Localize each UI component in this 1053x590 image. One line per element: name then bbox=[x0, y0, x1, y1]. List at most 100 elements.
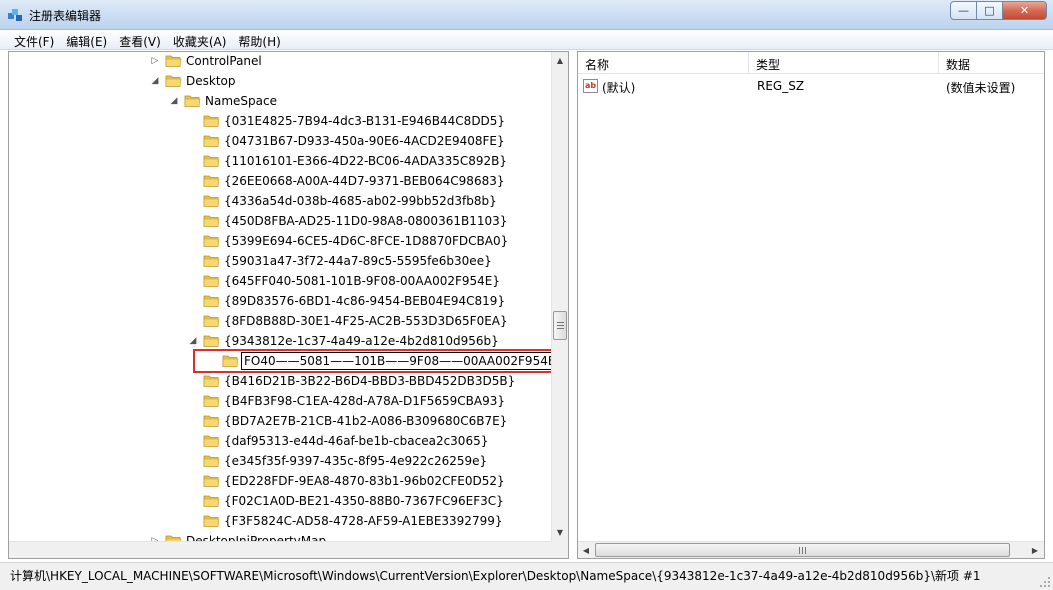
list-item[interactable]: ab (默认) REG_SZ (数值未设置) bbox=[578, 76, 1044, 96]
folder-icon bbox=[184, 93, 201, 108]
tree-item-key[interactable]: {11016101-E366-4D22-BC06-4ADA335C892B} bbox=[9, 151, 554, 171]
tree-item-label: {8FD8B88D-30E1-4F25-AC2B-553D3D65F0EA} bbox=[224, 314, 508, 328]
tree-item-key[interactable]: {450D8FBA-AD25-11D0-98A8-0800361B1103} bbox=[9, 211, 554, 231]
tree-item-label: NameSpace bbox=[205, 94, 277, 108]
scrollbar-corner bbox=[551, 541, 568, 558]
menu-edit[interactable]: 编辑(E) bbox=[60, 30, 113, 49]
menu-bar: 文件(F) 编辑(E) 查看(V) 收藏夹(A) 帮助(H) bbox=[0, 30, 1053, 50]
folder-icon bbox=[203, 113, 220, 128]
column-type[interactable]: 类型 bbox=[749, 52, 939, 74]
resize-grip-icon[interactable] bbox=[1039, 576, 1051, 588]
scroll-up-arrow-icon[interactable]: ▲ bbox=[552, 52, 568, 69]
value-type: REG_SZ bbox=[757, 79, 805, 93]
folder-icon bbox=[203, 173, 220, 188]
tree-item-key[interactable]: {ED228FDF-9EA8-4870-83b1-96b02CFE0D52} bbox=[9, 471, 554, 491]
tree-item-key[interactable]: {F02C1A0D-BE21-4350-88B0-7367FC96EF3C} bbox=[9, 491, 554, 511]
tree-item-key[interactable]: {BD7A2E7B-21CB-41b2-A086-B309680C6B7E} bbox=[9, 411, 554, 431]
tree-item-key[interactable]: {5399E694-6CE5-4D6C-8FCE-1D8870FDCBA0} bbox=[9, 231, 554, 251]
column-name[interactable]: 名称 bbox=[578, 52, 749, 74]
tree-item-key[interactable]: {645FF040-5081-101B-9F08-00AA002F954E} bbox=[9, 271, 554, 291]
tree-item-label: {4336a54d-038b-4685-ab02-99bb52d3fb8b} bbox=[224, 194, 497, 208]
maximize-button[interactable]: □ bbox=[977, 1, 1003, 20]
tree-item-desktop[interactable]: ◢ Desktop bbox=[9, 71, 554, 91]
window-title: 注册表编辑器 bbox=[29, 9, 102, 23]
menu-file[interactable]: 文件(F) bbox=[8, 30, 60, 49]
tree-vertical-scrollbar[interactable]: ▲ ▼ bbox=[551, 52, 568, 541]
collapse-arrow-icon[interactable]: ◢ bbox=[188, 334, 198, 348]
scroll-right-arrow-icon[interactable]: ▶ bbox=[1027, 542, 1043, 558]
registry-tree-pane[interactable]: ▷ ControlPanel ◢ Desktop ◢ NameSpace {031E4825… bbox=[8, 51, 569, 559]
folder-icon bbox=[203, 473, 220, 488]
tree-item-key[interactable]: {59031a47-3f72-44a7-89c5-5595fe6b30ee} bbox=[9, 251, 554, 271]
tree-item-label: {89D83576-6BD1-4c86-9454-BEB04E94C819} bbox=[224, 294, 506, 308]
tree-item-key[interactable]: {031E4825-7B94-4dc3-B131-E946B44C8DD5} bbox=[9, 111, 554, 131]
tree-item-label: {daf95313-e44d-46af-be1b-cbacea2c3065} bbox=[224, 434, 489, 448]
registry-editor-icon bbox=[8, 9, 22, 21]
tree-item-key[interactable]: {8FD8B88D-30E1-4F25-AC2B-553D3D65F0EA} bbox=[9, 311, 554, 331]
list-scroll-thumb[interactable] bbox=[595, 543, 1010, 557]
folder-icon bbox=[203, 233, 220, 248]
list-header: 名称 类型 数据 bbox=[578, 52, 1044, 74]
tree-item-namespace[interactable]: ◢ NameSpace bbox=[9, 91, 554, 111]
folder-icon bbox=[203, 273, 220, 288]
tree-item-label: Desktop bbox=[186, 74, 236, 88]
tree-item-label: {031E4825-7B94-4dc3-B131-E946B44C8DD5} bbox=[224, 114, 506, 128]
menu-favorites[interactable]: 收藏夹(A) bbox=[167, 30, 233, 49]
tree-item-label: {11016101-E366-4D22-BC06-4ADA335C892B} bbox=[224, 154, 508, 168]
tree-item-label: {5399E694-6CE5-4D6C-8FCE-1D8870FDCBA0} bbox=[224, 234, 509, 248]
folder-icon bbox=[203, 153, 220, 168]
title-bar: 注册表编辑器 — □ ✕ bbox=[0, 0, 1053, 30]
tree-item-key[interactable]: {04731B67-D933-450a-90E6-4ACD2E9408FE} bbox=[9, 131, 554, 151]
tree-item-key[interactable]: {B4FB3F98-C1EA-428d-A78A-D1F5659CBA93} bbox=[9, 391, 554, 411]
folder-icon bbox=[203, 213, 220, 228]
column-data[interactable]: 数据 bbox=[939, 52, 1044, 74]
folder-icon bbox=[203, 133, 220, 148]
tree-item-label: {9343812e-1c37-4a49-a12e-4b2d810d956b} bbox=[224, 334, 499, 348]
minimize-button[interactable]: — bbox=[950, 1, 977, 20]
tree-item-label: {e345f35f-9397-435c-8f95-4e922c26259e} bbox=[224, 454, 488, 468]
tree-item-label: {F02C1A0D-BE21-4350-88B0-7367FC96EF3C} bbox=[224, 494, 504, 508]
tree-item-label: {04731B67-D933-450a-90E6-4ACD2E9408FE} bbox=[224, 134, 505, 148]
folder-icon bbox=[203, 513, 220, 528]
folder-icon bbox=[203, 373, 220, 388]
folder-icon bbox=[203, 413, 220, 428]
tree-item-label: {B4FB3F98-C1EA-428d-A78A-D1F5659CBA93} bbox=[224, 394, 506, 408]
folder-icon bbox=[165, 73, 182, 88]
tree-item-expanded-key[interactable]: ◢ {9343812e-1c37-4a49-a12e-4b2d810d956b} bbox=[9, 331, 554, 351]
collapse-arrow-icon[interactable]: ◢ bbox=[150, 74, 160, 88]
tree-item-key[interactable]: {26EE0668-A00A-44D7-9371-BEB064C98683} bbox=[9, 171, 554, 191]
menu-view[interactable]: 查看(V) bbox=[113, 30, 167, 49]
menu-help[interactable]: 帮助(H) bbox=[232, 30, 286, 49]
tree-item-label: {645FF040-5081-101B-9F08-00AA002F954E} bbox=[224, 274, 500, 288]
scroll-down-arrow-icon[interactable]: ▼ bbox=[552, 524, 568, 541]
folder-icon bbox=[203, 253, 220, 268]
rename-key-input[interactable]: FO40——5081——101B——9F08——00AA002F954E} bbox=[241, 352, 556, 370]
values-list-pane[interactable]: 名称 类型 数据 ab (默认) REG_SZ (数值未设置) ◀ ▶ bbox=[577, 51, 1045, 559]
close-button[interactable]: ✕ bbox=[1003, 1, 1047, 20]
tree-item-key[interactable]: {daf95313-e44d-46af-be1b-cbacea2c3065} bbox=[9, 431, 554, 451]
tree-item-key[interactable]: {4336a54d-038b-4685-ab02-99bb52d3fb8b} bbox=[9, 191, 554, 211]
value-name: (默认) bbox=[602, 81, 636, 95]
tree-item-key[interactable]: {B416D21B-3B22-B6D4-BBD3-BBD452DB3D5B} bbox=[9, 371, 554, 391]
expand-arrow-icon[interactable]: ▷ bbox=[150, 54, 160, 68]
tree-item-label: {B416D21B-3B22-B6D4-BBD3-BBD452DB3D5B} bbox=[224, 374, 516, 388]
tree-item-label: {59031a47-3f72-44a7-89c5-5595fe6b30ee} bbox=[224, 254, 492, 268]
window-controls: — □ ✕ bbox=[950, 1, 1047, 20]
tree-item-key[interactable]: {89D83576-6BD1-4c86-9454-BEB04E94C819} bbox=[9, 291, 554, 311]
folder-icon bbox=[203, 393, 220, 408]
collapse-arrow-icon[interactable]: ◢ bbox=[169, 94, 179, 108]
tree-item-label: ControlPanel bbox=[186, 54, 262, 68]
folder-icon bbox=[203, 193, 220, 208]
tree-scroll-thumb[interactable] bbox=[553, 311, 567, 340]
folder-icon bbox=[203, 333, 220, 348]
scroll-left-arrow-icon[interactable]: ◀ bbox=[578, 542, 594, 558]
status-bar: 计算机\HKEY_LOCAL_MACHINE\SOFTWARE\Microsof… bbox=[0, 562, 1053, 590]
folder-icon bbox=[203, 493, 220, 508]
tree-item-key[interactable]: {F3F5824C-AD58-4728-AF59-A1EBE3392799} bbox=[9, 511, 554, 531]
tree-horizontal-scrollbar[interactable] bbox=[9, 541, 554, 558]
tree-item-key[interactable]: {e345f35f-9397-435c-8f95-4e922c26259e} bbox=[9, 451, 554, 471]
value-data: (数值未设置) bbox=[946, 81, 1016, 95]
list-horizontal-scrollbar[interactable]: ◀ ▶ bbox=[578, 541, 1044, 558]
tree-item-controlpanel[interactable]: ▷ ControlPanel bbox=[9, 52, 554, 71]
folder-icon bbox=[203, 293, 220, 308]
